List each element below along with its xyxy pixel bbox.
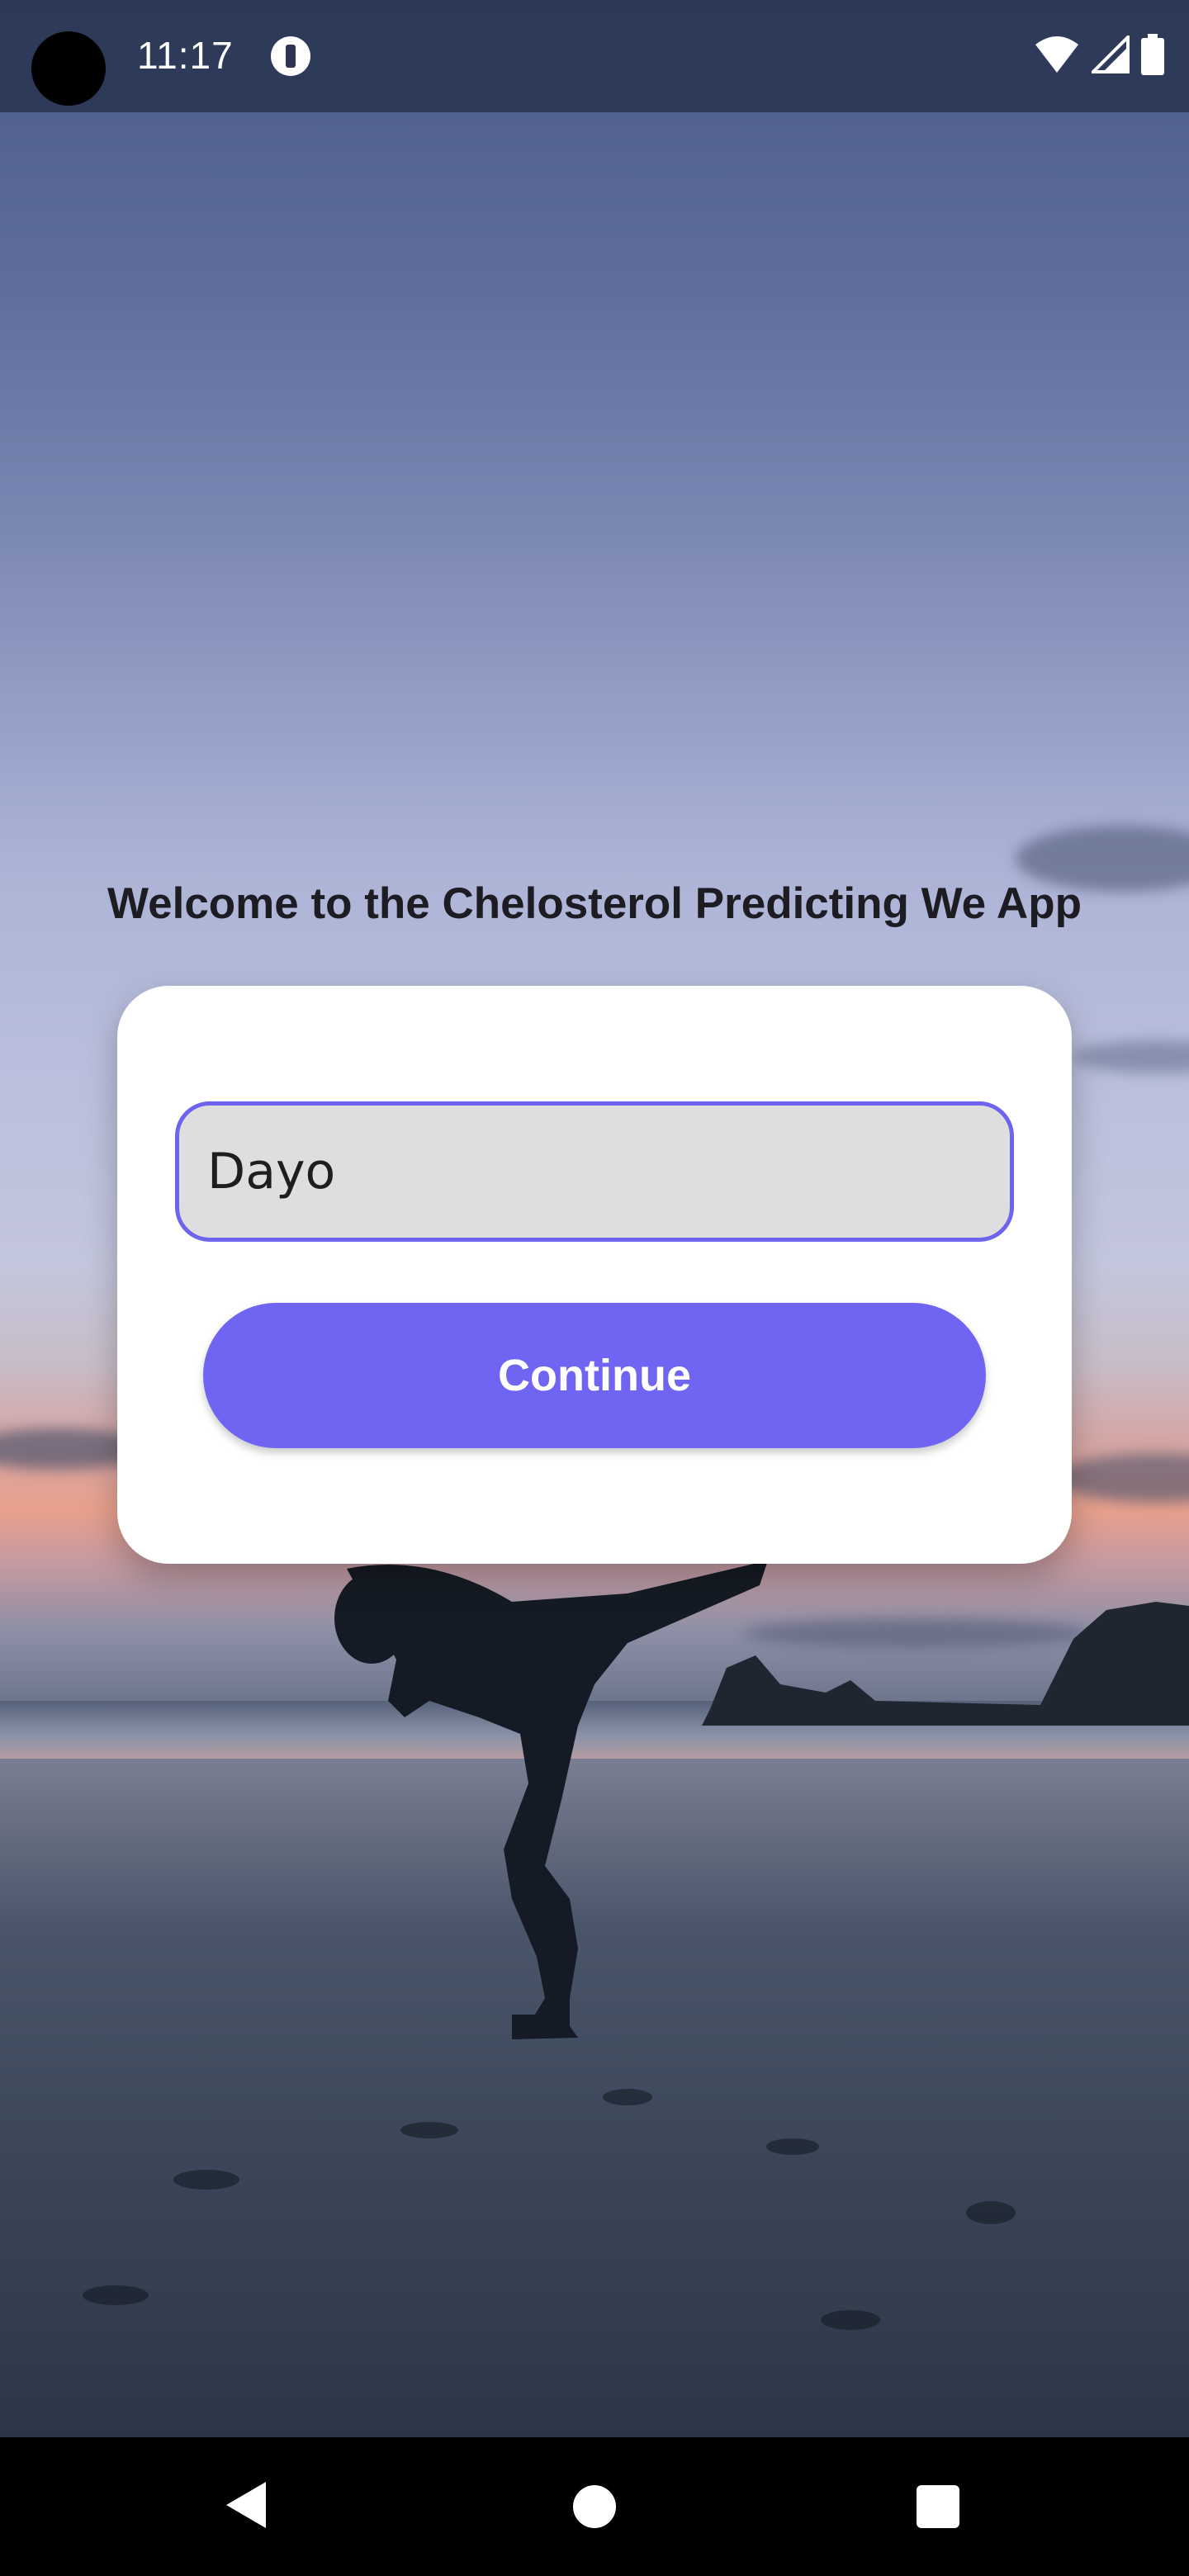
status-icons (1034, 31, 1164, 78)
battery-icon (1141, 34, 1164, 75)
screen: 11:17 Welcome to the Chelosterol Predict… (0, 0, 1189, 2576)
status-time: 11:17 (137, 34, 234, 77)
name-input[interactable] (175, 1101, 1014, 1242)
name-entry-card: Continue (117, 986, 1072, 1564)
recents-icon[interactable] (917, 2485, 959, 2528)
continue-button[interactable]: Continue (203, 1303, 986, 1448)
status-bar: 11:17 (0, 0, 1189, 112)
wifi-icon (1035, 36, 1078, 73)
app-notification-icon (271, 36, 310, 76)
welcome-heading: Welcome to the Chelosterol Predicting We… (107, 879, 1082, 928)
camera-cutout (31, 31, 106, 106)
home-icon[interactable] (573, 2485, 616, 2528)
back-icon[interactable] (226, 2482, 266, 2528)
cell-signal-icon (1092, 36, 1130, 73)
